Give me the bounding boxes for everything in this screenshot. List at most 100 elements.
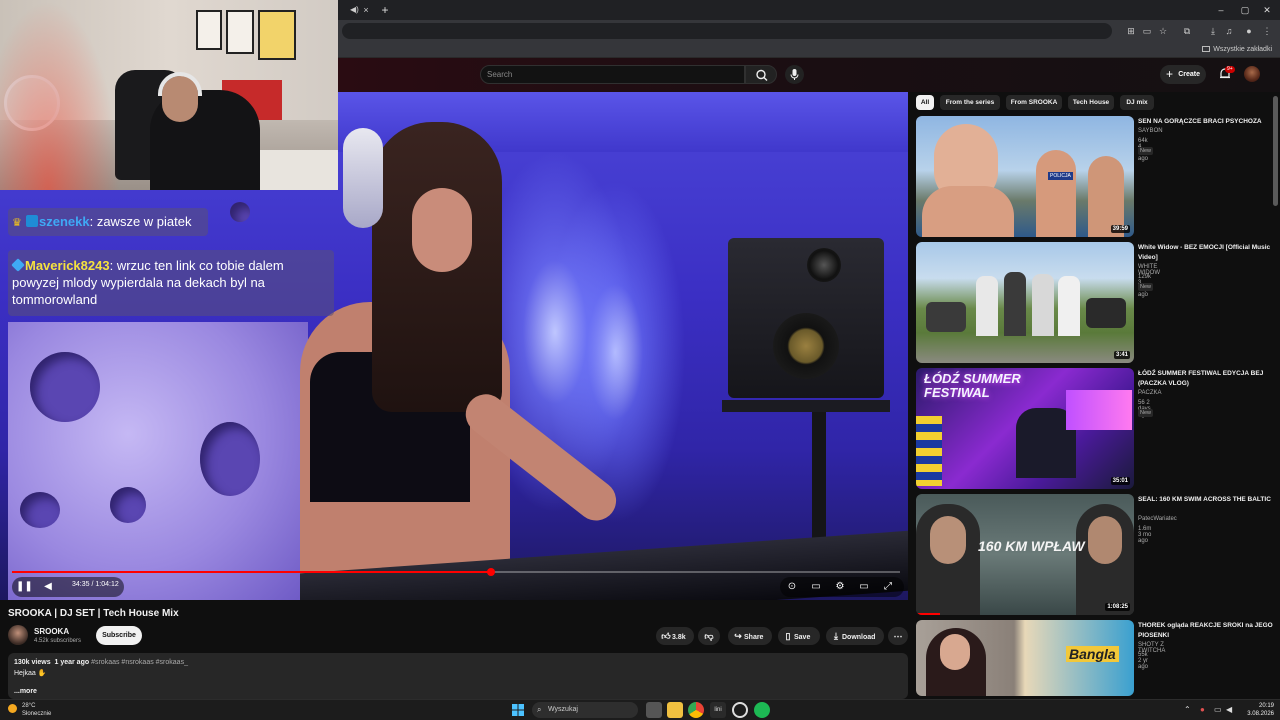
chrome-icon[interactable]: [688, 702, 704, 718]
subtitles-icon[interactable]: ▭: [808, 579, 824, 595]
recommended-video[interactable]: Bangla THOREK ogląda REAKCJE SROKI na JE…: [916, 620, 1273, 696]
rec-channel[interactable]: PACZKA: [1138, 390, 1162, 396]
thumb-motorbike: [1086, 298, 1126, 328]
subscriber-count: 4.52k subscribers: [34, 638, 82, 644]
cast-icon[interactable]: ▭: [1140, 24, 1154, 38]
account-avatar[interactable]: [1244, 66, 1260, 82]
minimize-button[interactable]: –: [1210, 0, 1232, 20]
sidebar-scrollbar[interactable]: [1273, 96, 1278, 206]
autoplay-toggle-icon[interactable]: ⊙: [784, 579, 800, 595]
system-clock[interactable]: 20:19 3.08.2026: [1236, 702, 1274, 718]
chip-dj-mix[interactable]: DJ mix: [1120, 95, 1154, 110]
mic-icon: [790, 69, 799, 80]
rec-channel[interactable]: SAYBON: [1138, 128, 1163, 134]
rec-title[interactable]: SEAL: 160 KM SWIM ACROSS THE BALTIC: [1138, 495, 1278, 505]
thumb-text: 160 KM WPŁAW: [978, 538, 1085, 554]
address-bar[interactable]: [342, 23, 1112, 39]
rec-title[interactable]: SEN NA GORĄCZCE BRACI PSYCHOZA: [1138, 117, 1278, 127]
maximize-button[interactable]: ▢: [1234, 0, 1256, 20]
hashtags[interactable]: #srokaas #nsrokaas #srokaas_: [91, 659, 188, 666]
network-icon[interactable]: ▭: [1214, 704, 1222, 716]
theater-mode-icon[interactable]: ▭: [856, 579, 872, 595]
video-thumbnail[interactable]: 160 KM WPŁAW 1:08:25: [916, 494, 1134, 615]
clock-time: 20:19: [1258, 703, 1274, 709]
recommended-video[interactable]: 160 KM WPŁAW 1:08:25 SEAL: 160 KM SWIM A…: [916, 494, 1271, 615]
mic-icon[interactable]: ●: [1200, 704, 1205, 716]
show-more-link[interactable]: ...more: [14, 688, 37, 695]
thumbs-down-icon: 👎︎: [704, 631, 714, 641]
recommended-video[interactable]: POLICJA 39:59 SEN NA GORĄCZCE BRACI PSYC…: [916, 116, 1262, 237]
media-control-icon[interactable]: ♫: [1222, 24, 1236, 38]
browser-tab[interactable]: ◀) ×: [338, 0, 378, 20]
time-display: 34:35 / 1:04:12: [72, 581, 119, 588]
settings-gear-icon[interactable]: ⚙: [832, 579, 848, 595]
weather-widget[interactable]: 28°C Słonecznie: [8, 702, 52, 718]
chip-tech-house[interactable]: Tech House: [1068, 95, 1114, 110]
volume-icon[interactable]: ◀: [40, 579, 56, 595]
create-button[interactable]: + Create: [1160, 65, 1206, 84]
fullscreen-icon[interactable]: ⤢: [880, 579, 896, 595]
save-button[interactable]: ▯ Save: [778, 627, 820, 645]
taskbar-search[interactable]: ⌕ Wyszukaj: [532, 702, 638, 718]
thumb-stickers: [916, 416, 942, 486]
extensions-icon[interactable]: ⧉: [1180, 24, 1194, 38]
spotify-icon[interactable]: [754, 702, 770, 718]
rec-title[interactable]: THOREK ogląda REAKCJE SROKI na JEGO PIOS…: [1138, 621, 1278, 641]
progress-bar[interactable]: [12, 568, 900, 576]
video-thumbnail[interactable]: 3:41: [916, 242, 1134, 363]
chrome-menu-icon[interactable]: ⋮: [1260, 24, 1274, 38]
recommended-video[interactable]: 3:41 White Widow - BEZ EMOCJI [Official …: [916, 242, 1270, 363]
chip-from-srooka[interactable]: From SROOKA: [1006, 95, 1062, 110]
dislike-button[interactable]: 👎︎: [698, 627, 720, 645]
more-icon: ⋯: [893, 631, 903, 641]
audio-icon[interactable]: ◀): [350, 0, 360, 20]
chip-from-the-series[interactable]: From the series: [940, 95, 1000, 110]
subscribe-button[interactable]: Subscribe: [96, 626, 142, 645]
file-explorer-icon[interactable]: [667, 702, 683, 718]
recommended-video[interactable]: ŁÓDŹ SUMMER FESTIWAL 35:01 ŁÓDŹ SUMMER F…: [916, 368, 1263, 489]
steam-icon[interactable]: [732, 702, 748, 718]
close-window-button[interactable]: ✕: [1256, 0, 1278, 20]
like-button[interactable]: 👍︎3.8k: [656, 627, 694, 645]
download-button[interactable]: ⤓ Download: [826, 627, 884, 645]
profile-icon[interactable]: ●: [1242, 24, 1256, 38]
volume-icon[interactable]: ◀: [1226, 704, 1232, 716]
scrubber-handle[interactable]: [486, 568, 495, 576]
browser-tab-strip: ◀) × + – ▢ ✕: [338, 0, 1280, 20]
chat-text: zawsze w piatek: [96, 214, 192, 229]
task-view-icon[interactable]: [646, 702, 662, 718]
rec-meta: 55k 2 yr ago: [1138, 652, 1149, 670]
more-actions-button[interactable]: ⋯: [888, 627, 908, 645]
rec-title[interactable]: ŁÓDŹ SUMMER FESTIWAL EDYCJA BEJ (PACZKA …: [1138, 369, 1278, 389]
tray-chevron-icon[interactable]: ⌃: [1184, 704, 1191, 716]
crown-badge-icon: ♛: [12, 217, 22, 229]
chip-all[interactable]: All: [916, 95, 934, 110]
video-thumbnail[interactable]: ŁÓDŹ SUMMER FESTIWAL 35:01: [916, 368, 1134, 489]
search-button[interactable]: [745, 65, 777, 84]
video-thumbnail[interactable]: POLICJA 39:59: [916, 116, 1134, 237]
moon-crater: [230, 202, 250, 222]
rec-channel[interactable]: PatecWariatec: [1138, 516, 1177, 522]
new-tab-button[interactable]: +: [378, 0, 392, 20]
share-button[interactable]: ↪ Share: [728, 627, 772, 645]
all-bookmarks-folder[interactable]: Wszystkie zakładki: [1202, 44, 1272, 56]
watched-bar: [916, 613, 940, 615]
voice-search-button[interactable]: [785, 65, 804, 84]
channel-avatar[interactable]: [8, 625, 28, 645]
temperature: 28°C: [22, 703, 36, 709]
windows-start-icon[interactable]: [510, 702, 526, 718]
description-box[interactable]: 130k views 1 year ago #srokaas #nsrokaas…: [8, 653, 908, 699]
download-icon[interactable]: ⤓: [1206, 24, 1220, 38]
translate-icon[interactable]: ⊞: [1124, 24, 1138, 38]
app-icon[interactable]: lini: [710, 702, 726, 718]
search-input[interactable]: Search: [480, 65, 745, 84]
weather-condition: Słonecznie: [22, 711, 52, 717]
rec-title[interactable]: White Widow - BEZ EMOCJI [Official Music…: [1138, 243, 1278, 263]
channel-name[interactable]: SROOKA: [34, 627, 69, 636]
tab-close-icon[interactable]: ×: [360, 0, 372, 20]
pause-icon[interactable]: ❚❚: [16, 579, 33, 595]
bookmark-star-icon[interactable]: ☆: [1156, 24, 1170, 38]
windows-taskbar: 28°C Słonecznie ⌕ Wyszukaj lini ⌃ ● ▭ ◀ 2…: [0, 699, 1280, 720]
speaker-tweeter: [807, 248, 841, 282]
video-thumbnail[interactable]: Bangla: [916, 620, 1134, 696]
